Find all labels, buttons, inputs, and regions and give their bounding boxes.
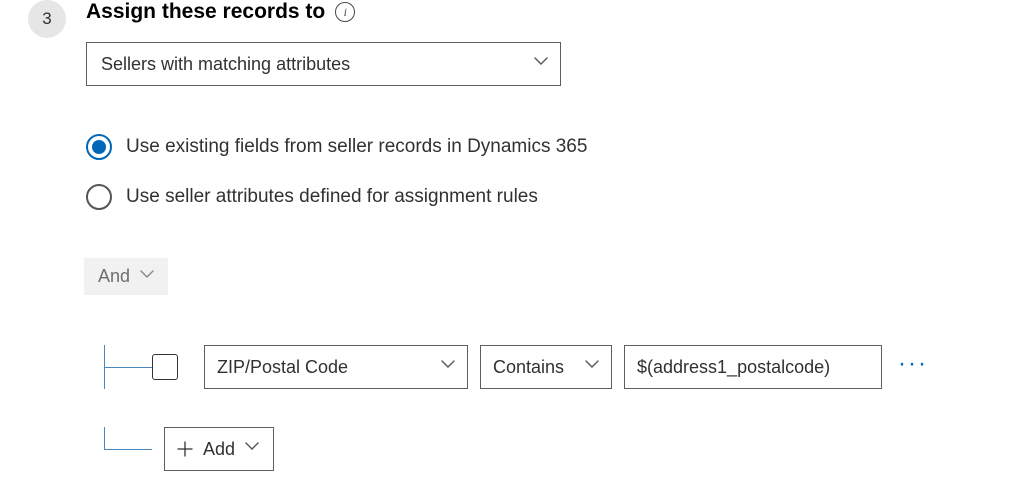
condition-value-input[interactable] bbox=[624, 345, 882, 389]
step-number-badge: 3 bbox=[28, 0, 66, 38]
chevron-down-icon bbox=[585, 360, 599, 374]
radio-use-seller-attributes[interactable]: Use seller attributes defined for assign… bbox=[86, 184, 996, 210]
condition-operator-value: Contains bbox=[493, 357, 564, 378]
radio-icon-unselected bbox=[86, 184, 112, 210]
logic-operator-dropdown[interactable]: And bbox=[84, 258, 168, 295]
info-icon[interactable]: i bbox=[335, 2, 355, 22]
condition-field-value: ZIP/Postal Code bbox=[217, 357, 348, 378]
radio-icon-selected bbox=[86, 134, 112, 160]
add-button-label: Add bbox=[203, 439, 235, 460]
more-actions-icon[interactable]: ··· bbox=[898, 352, 928, 382]
section-title: Assign these records to bbox=[86, 0, 325, 24]
step-number: 3 bbox=[42, 9, 51, 29]
chevron-down-icon bbox=[534, 57, 548, 71]
condition-field-dropdown[interactable]: ZIP/Postal Code bbox=[204, 345, 468, 389]
chevron-down-icon bbox=[140, 270, 154, 284]
chevron-down-icon bbox=[245, 442, 259, 456]
tree-connector bbox=[104, 345, 152, 389]
chevron-down-icon bbox=[441, 360, 455, 374]
radio-use-existing-fields[interactable]: Use existing fields from seller records … bbox=[86, 134, 996, 160]
add-row: Add bbox=[104, 389, 996, 471]
tree-connector bbox=[104, 427, 152, 471]
condition-operator-dropdown[interactable]: Contains bbox=[480, 345, 612, 389]
condition-checkbox[interactable] bbox=[152, 354, 178, 380]
plus-icon bbox=[177, 441, 193, 457]
radio-label: Use seller attributes defined for assign… bbox=[126, 186, 538, 208]
condition-builder: And ZIP/Postal Code bbox=[84, 258, 996, 471]
radio-label: Use existing fields from seller records … bbox=[126, 136, 587, 158]
add-condition-button[interactable]: Add bbox=[164, 427, 274, 471]
assign-to-dropdown[interactable]: Sellers with matching attributes bbox=[86, 42, 561, 86]
logic-operator-label: And bbox=[98, 266, 130, 287]
assign-to-value: Sellers with matching attributes bbox=[101, 54, 350, 75]
condition-row: ZIP/Postal Code Contains ··· bbox=[104, 307, 996, 389]
